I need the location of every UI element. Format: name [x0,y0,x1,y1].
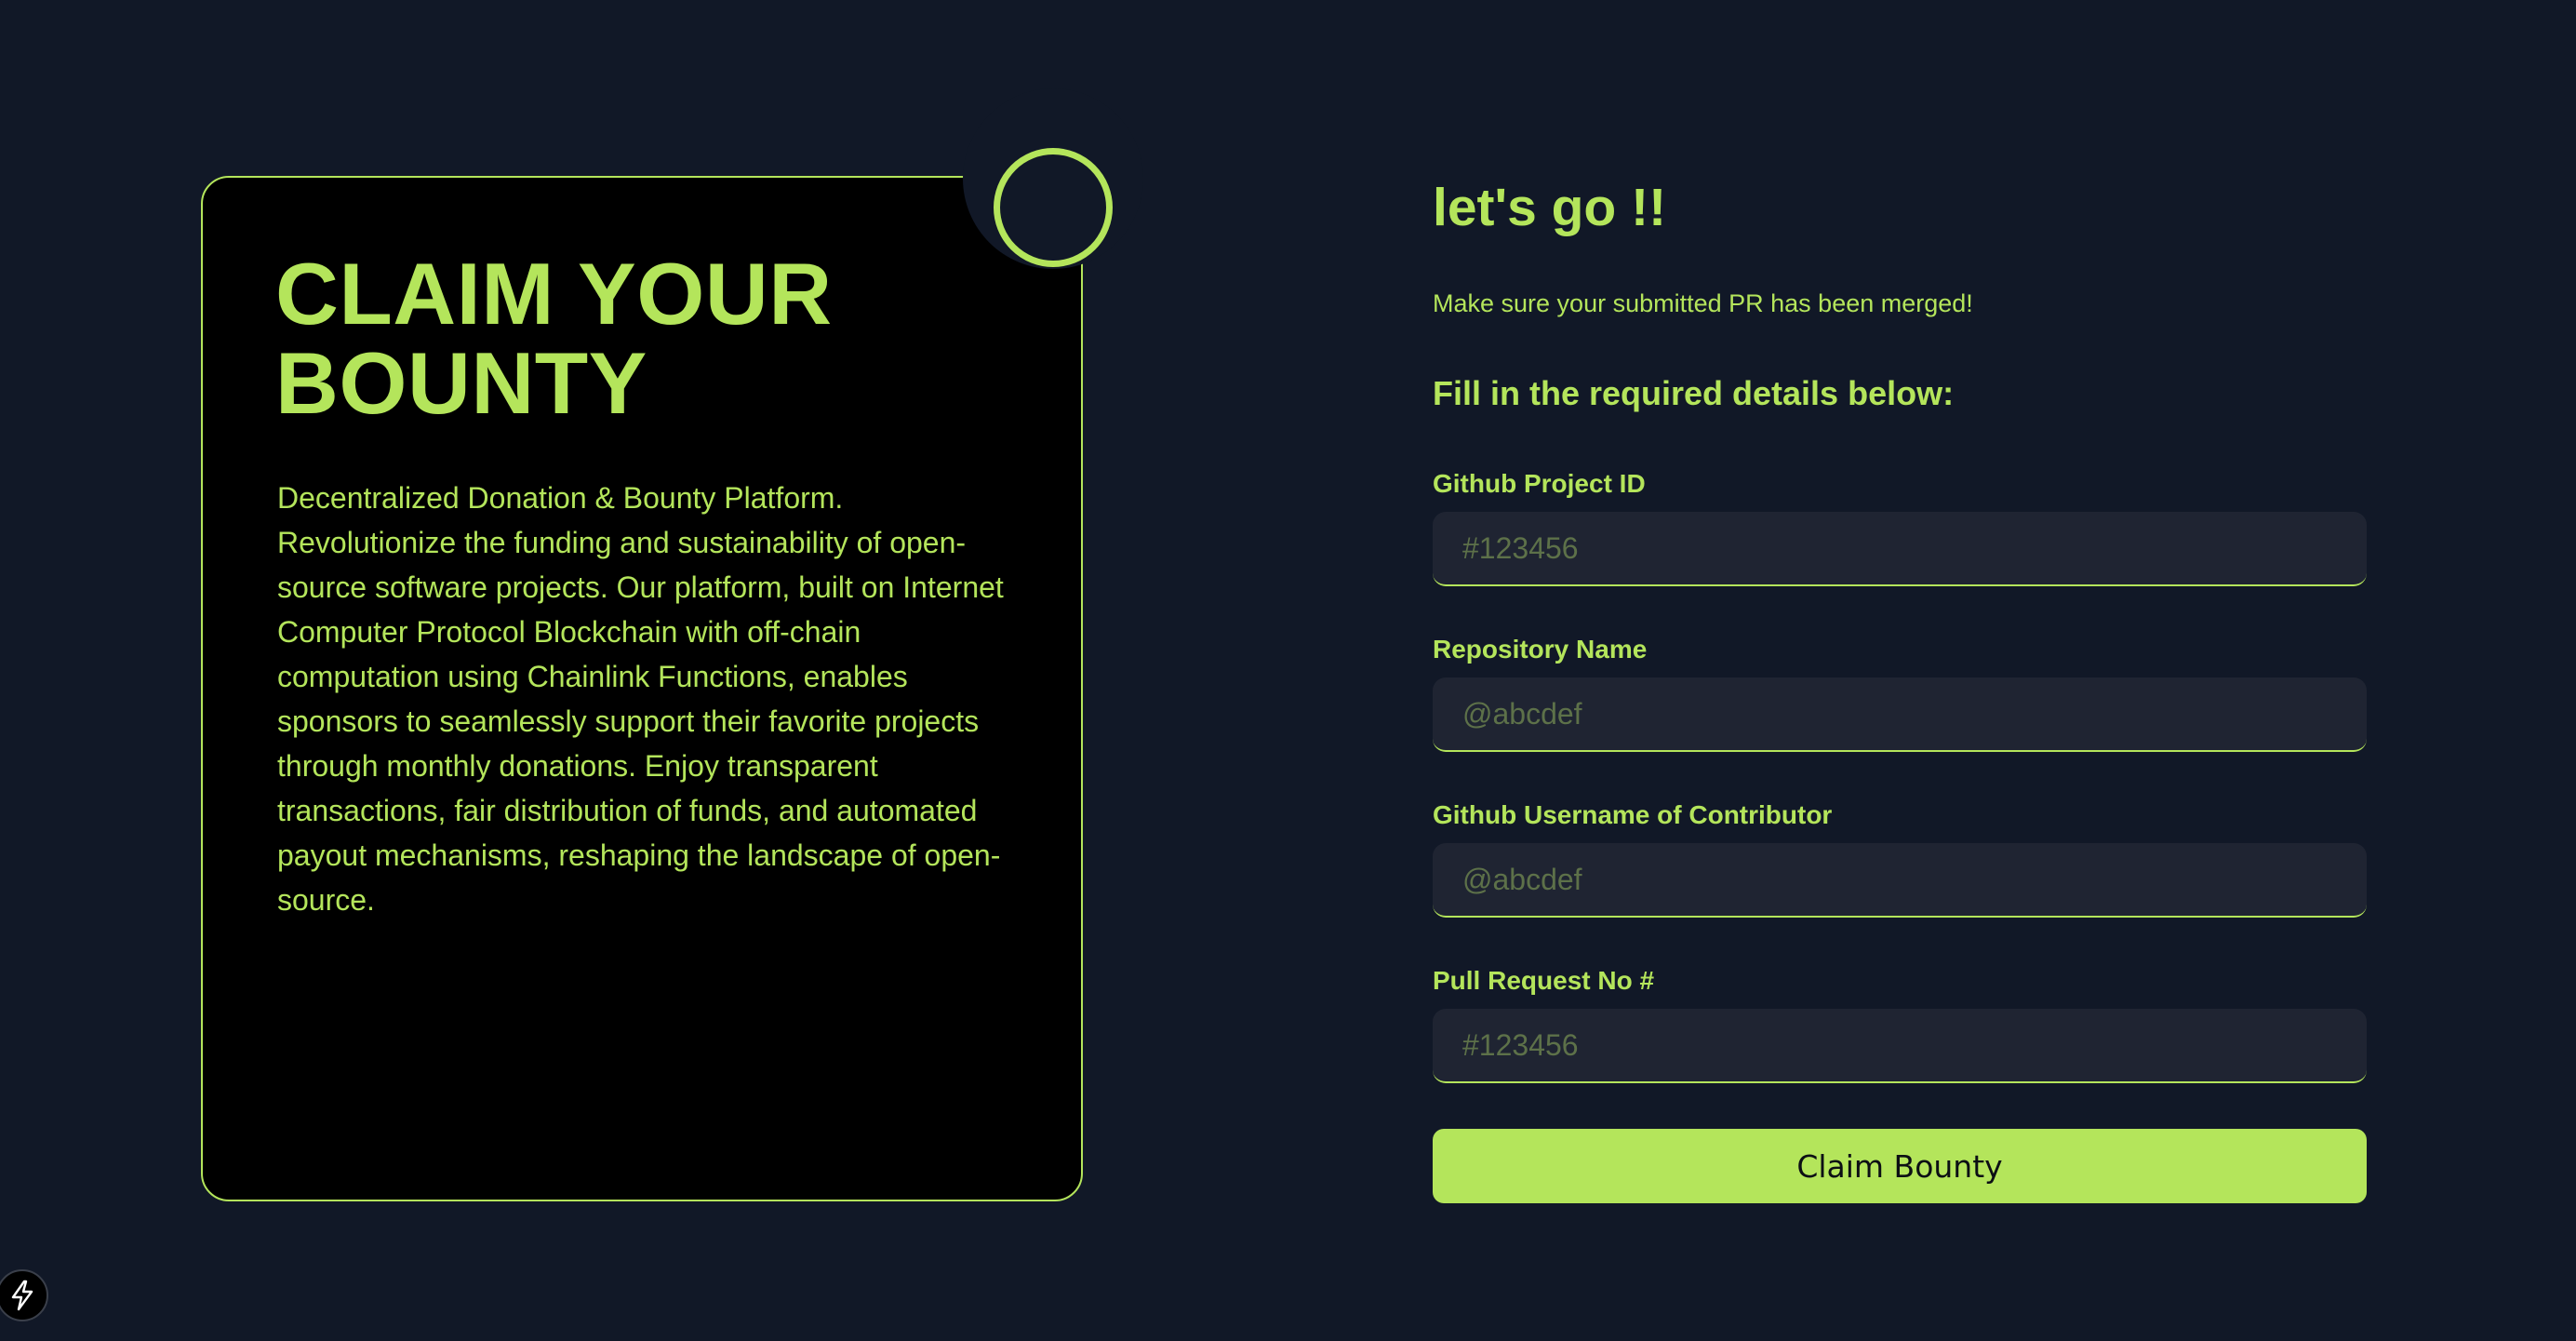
claim-bounty-button[interactable]: Claim Bounty [1433,1129,2367,1203]
pull-request-input[interactable] [1433,1009,2367,1083]
project-id-input[interactable] [1433,512,2367,586]
pull-request-label: Pull Request No # [1433,966,1655,995]
contributor-username-input[interactable] [1433,843,2367,918]
lightning-icon [11,1280,33,1311]
repository-name-label: Repository Name [1433,635,1648,664]
repository-name-input[interactable] [1433,677,2367,752]
form-subheading: Fill in the required details below: [1433,374,1955,412]
card-title-line-2: BOUNTY [275,334,647,432]
form-note: Make sure your submitted PR has been mer… [1433,289,1973,317]
card-description: Decentralized Donation & Bounty Platform… [277,481,1004,917]
contributor-username-label: Github Username of Contributor [1433,800,1833,829]
card-title-line-1: CLAIM YOUR [275,245,833,342]
project-id-label: Github Project ID [1433,469,1646,498]
form-heading: let's go !! [1433,178,1667,237]
card-title: CLAIM YOUR BOUNTY [275,249,1020,428]
dev-badge-button[interactable] [0,1269,48,1321]
